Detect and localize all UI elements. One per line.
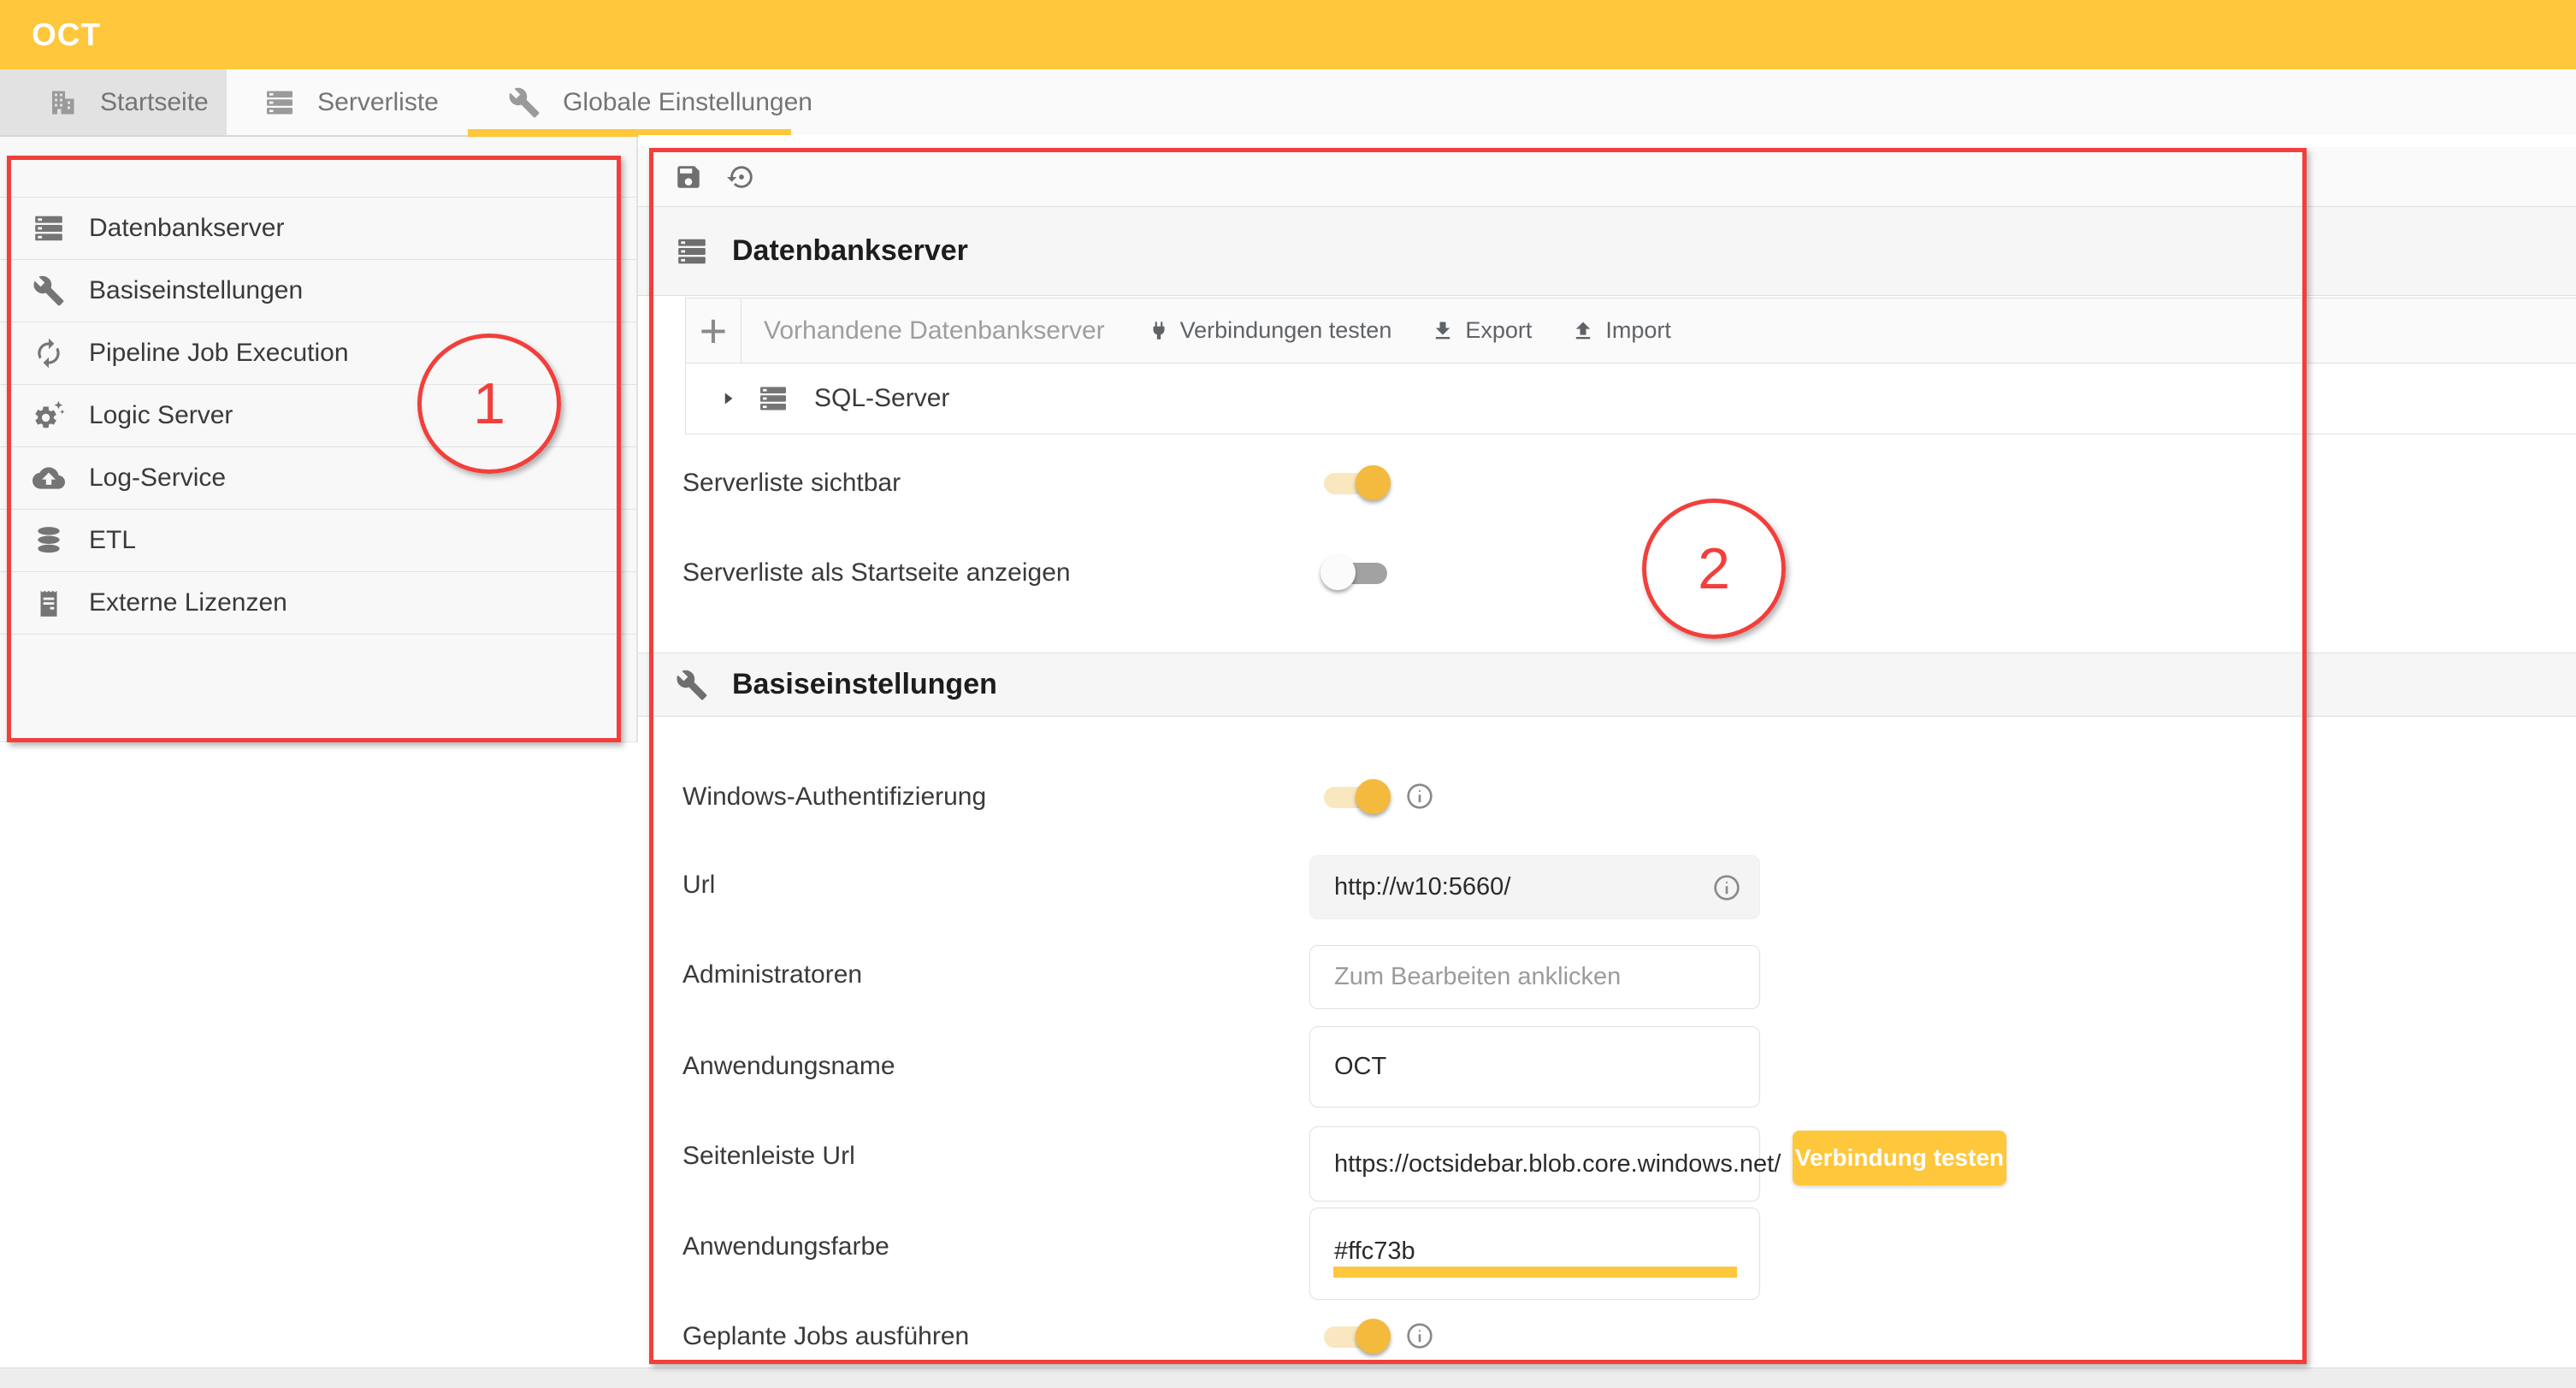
sidebar-item-label: Pipeline Job Execution (89, 339, 349, 368)
settings-sidebar: Datenbankserver Basiseinstellungen Pipel… (0, 137, 638, 742)
tab-globale-einstellungen[interactable]: Globale Einstellungen (476, 69, 844, 135)
tab-serverliste[interactable]: Serverliste (227, 69, 476, 135)
serverlist-home-toggle[interactable] (1324, 560, 1387, 586)
info-icon[interactable] (1406, 783, 1433, 810)
sidebar-item-label: Externe Lizenzen (89, 588, 287, 617)
sidebar-url-field[interactable]: https://octsidebar.blob.core.windows.net… (1309, 1126, 1760, 1202)
scheduled-jobs-label: Geplante Jobs ausführen (682, 1322, 969, 1351)
wrench-icon (32, 275, 65, 307)
sidebar-item-label: Datenbankserver (89, 214, 284, 243)
toggle-knob (1356, 779, 1391, 814)
wrench-icon (676, 669, 708, 701)
sidebar-url-label: Seitenleiste Url (682, 1142, 855, 1171)
tab-label: Serverliste (317, 88, 439, 117)
test-connections-button[interactable]: Verbindungen testen (1148, 317, 1392, 344)
server-list-icon (32, 212, 65, 245)
app-name-field[interactable]: OCT (1309, 1026, 1760, 1107)
administrators-placeholder: Zum Bearbeiten anklicken (1334, 963, 1621, 991)
main-toolbar (638, 147, 2576, 207)
tab-label: Startseite (100, 88, 209, 117)
sidebar-item-etl[interactable]: ETL (0, 510, 636, 572)
server-list-icon (264, 87, 295, 118)
app-bar: OCT (0, 0, 2576, 69)
expand-arrow-icon[interactable] (717, 387, 739, 410)
administrators-field[interactable]: Zum Bearbeiten anklicken (1309, 945, 1760, 1009)
wrench-icon (508, 86, 541, 119)
url-label: Url (682, 871, 715, 900)
sidebar-item-log-service[interactable]: Log-Service (0, 447, 636, 510)
sidebar-item-label: ETL (89, 526, 136, 555)
action-label: Import (1605, 317, 1671, 344)
tab-bar: Startseite Serverliste Globale Einstellu… (0, 69, 2576, 137)
refresh-loop-icon (32, 337, 65, 369)
app-color-value: #ffc73b (1334, 1237, 1415, 1266)
add-server-button[interactable]: + (686, 305, 741, 357)
gear-sparkle-icon (32, 399, 65, 432)
db-list-header: + Vorhandene Datenbankserver Verbindunge… (685, 298, 2576, 363)
bottom-strip (0, 1367, 2576, 1388)
app-color-label: Anwendungsfarbe (682, 1232, 889, 1261)
info-icon[interactable] (1713, 874, 1740, 901)
db-list-actions: Verbindungen testen Export Import (1148, 317, 1671, 344)
server-list-icon (758, 383, 789, 414)
serverlist-visible-label: Serverliste sichtbar (682, 469, 901, 498)
sidebar-item-label: Log-Service (89, 464, 226, 493)
import-button[interactable]: Import (1571, 317, 1671, 344)
sidebar-item-basiseinstellungen[interactable]: Basiseinstellungen (0, 260, 636, 322)
toggle-knob (1356, 465, 1391, 500)
restore-button[interactable] (727, 162, 756, 192)
download-icon (1431, 319, 1455, 343)
action-label: Verbindungen testen (1180, 317, 1392, 344)
db-list-title: Vorhandene Datenbankserver (764, 316, 1105, 346)
sidebar-url-value: https://octsidebar.blob.core.windows.net… (1334, 1150, 1781, 1178)
serverlist-visible-toggle[interactable] (1324, 470, 1387, 496)
sidebar-item-externe-lizenzen[interactable]: Externe Lizenzen (0, 572, 636, 635)
cloud-upload-icon (32, 462, 65, 494)
windows-auth-toggle[interactable] (1324, 784, 1387, 810)
app-name-value: OCT (1334, 1053, 1386, 1081)
toggle-knob (1320, 555, 1356, 590)
db-server-name: SQL-Server (814, 384, 949, 413)
app-color-swatch-bar (1333, 1267, 1737, 1278)
tab-startseite[interactable]: Startseite (0, 69, 227, 135)
building-icon (47, 87, 78, 118)
info-icon[interactable] (1406, 1322, 1433, 1350)
server-list-icon (676, 235, 708, 268)
url-field[interactable]: http://w10:5660/ (1309, 855, 1760, 919)
scheduled-jobs-toggle[interactable] (1324, 1324, 1387, 1350)
sidebar-item-logic-server[interactable]: Logic Server (0, 385, 636, 447)
database-icon (32, 524, 65, 557)
sidebar-item-label: Logic Server (89, 401, 233, 430)
toggle-knob (1356, 1319, 1391, 1354)
export-button[interactable]: Export (1431, 317, 1532, 344)
administrators-label: Administratoren (682, 960, 862, 989)
sidebar-spacer (0, 137, 636, 198)
serverlist-home-label: Serverliste als Startseite anzeigen (682, 558, 1071, 588)
save-button[interactable] (674, 162, 703, 192)
license-receipt-icon (32, 587, 65, 619)
section-header-datenbankserver: Datenbankserver (638, 207, 2576, 296)
settings-main-panel: Datenbankserver + Vorhandene Datenbankse… (638, 135, 2576, 1388)
plug-icon (1148, 320, 1170, 342)
section-title: Basiseinstellungen (732, 668, 997, 701)
tab-label: Globale Einstellungen (563, 88, 812, 117)
upload-icon (1571, 319, 1595, 343)
section-title: Datenbankserver (732, 234, 968, 268)
sidebar-item-datenbankserver[interactable]: Datenbankserver (0, 198, 636, 260)
sidebar-item-label: Basiseinstellungen (89, 276, 303, 305)
section-header-basiseinstellungen: Basiseinstellungen (638, 653, 2576, 717)
app-name-label: Anwendungsname (682, 1052, 895, 1081)
test-connection-button[interactable]: Verbindung testen (1793, 1131, 2006, 1185)
app-title: OCT (32, 17, 101, 53)
db-server-row[interactable]: SQL-Server (685, 363, 2576, 434)
action-label: Export (1465, 317, 1532, 344)
sidebar-item-pipeline-job-execution[interactable]: Pipeline Job Execution (0, 322, 636, 385)
windows-auth-label: Windows-Authentifizierung (682, 783, 986, 812)
app-color-field[interactable]: #ffc73b (1309, 1208, 1760, 1300)
url-value: http://w10:5660/ (1334, 873, 1510, 901)
